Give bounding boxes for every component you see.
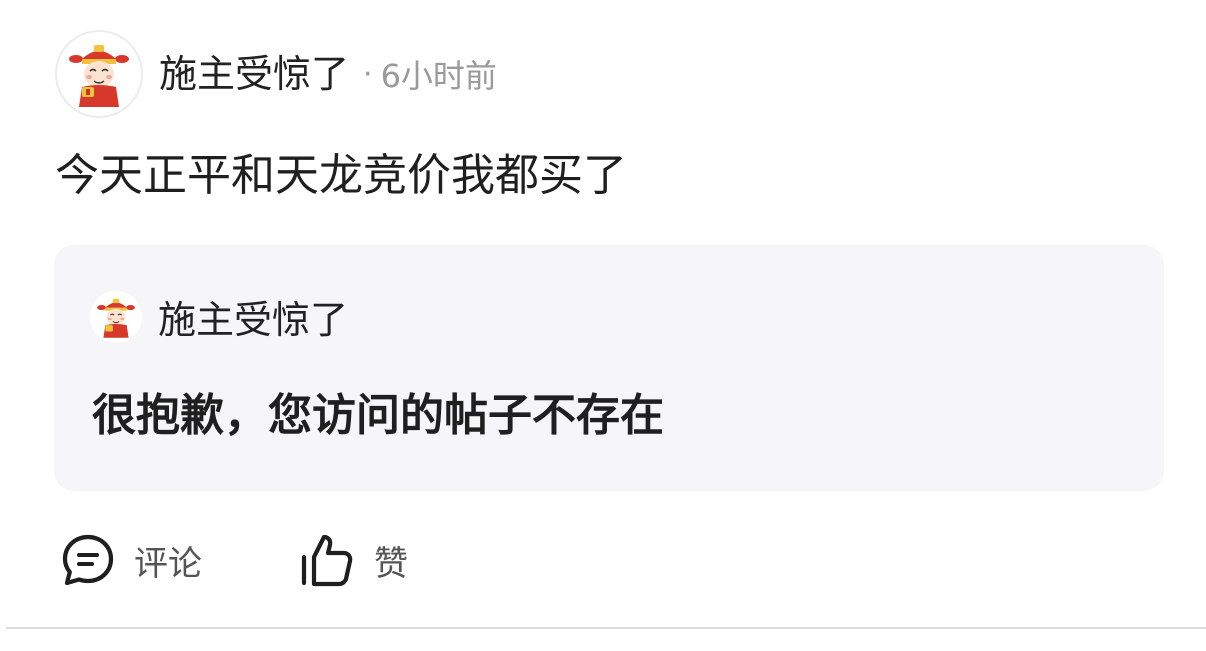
- caishen-avatar-icon: [69, 45, 129, 107]
- author-avatar[interactable]: [55, 30, 143, 118]
- quoted-post-header: 施主受惊了: [90, 289, 348, 344]
- post-header: 施主受惊了 · 6小时前: [55, 30, 497, 118]
- like-button[interactable]: 赞: [298, 531, 408, 589]
- post-card: 施主受惊了 · 6小时前 今天正平和天龙竞价我都买了 施主受惊了 很抱歉，您访问…: [0, 0, 1206, 651]
- divider: [6, 627, 1206, 629]
- author-name[interactable]: 施主受惊了: [159, 55, 349, 93]
- comment-button[interactable]: 评论: [60, 532, 202, 588]
- like-label: 赞: [374, 543, 408, 584]
- comment-bubble-icon: [62, 534, 114, 586]
- post-content[interactable]: 今天正平和天龙竞价我都买了: [55, 150, 627, 203]
- thumbs-up-icon: [301, 534, 353, 587]
- comment-label: 评论: [134, 543, 202, 584]
- caishen-avatar-icon: [97, 298, 135, 338]
- quoted-author-name[interactable]: 施主受惊了: [158, 289, 348, 344]
- post-time: 6小时前: [380, 57, 497, 95]
- post-actions: 评论 赞: [60, 530, 408, 590]
- quoted-author-avatar[interactable]: [90, 290, 142, 343]
- quoted-post-content: 很抱歉，您访问的帖子不存在: [92, 390, 664, 441]
- quoted-post-card[interactable]: 施主受惊了 很抱歉，您访问的帖子不存在: [54, 245, 1164, 491]
- meta-separator: ·: [363, 56, 373, 92]
